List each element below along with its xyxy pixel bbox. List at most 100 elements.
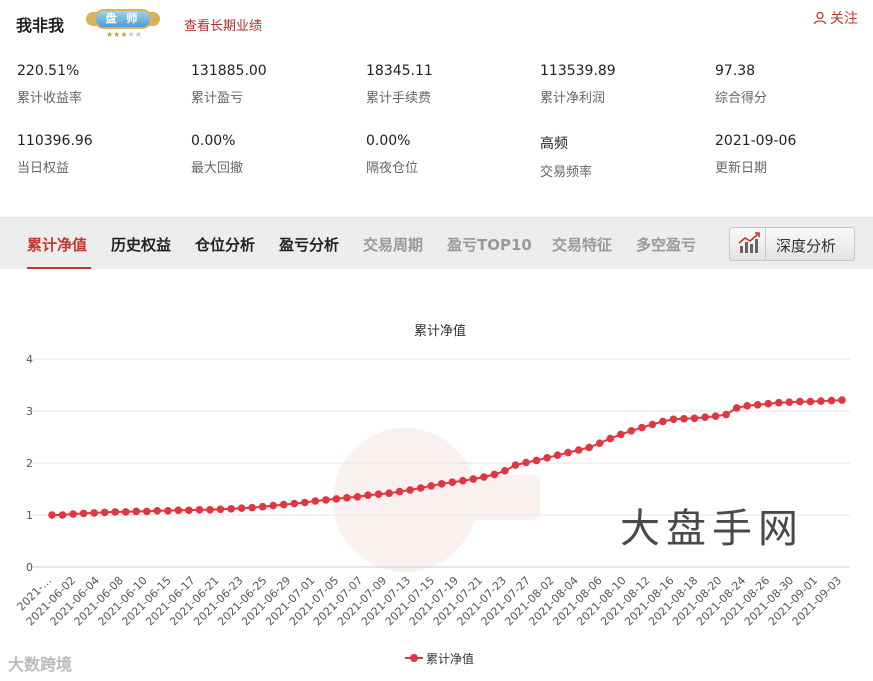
long-term-performance-link[interactable]: 查看长期业绩 bbox=[184, 15, 262, 34]
data-point[interactable] bbox=[227, 505, 235, 513]
data-point[interactable] bbox=[353, 493, 362, 501]
data-point[interactable] bbox=[753, 401, 762, 409]
data-point[interactable] bbox=[269, 501, 278, 510]
data-point[interactable] bbox=[58, 511, 67, 519]
tab-pnl-analysis[interactable]: 盈亏分析 bbox=[279, 234, 339, 255]
y-tick-label: 2 bbox=[26, 457, 33, 470]
data-point[interactable] bbox=[543, 454, 551, 462]
follow-label: 关注 bbox=[830, 11, 858, 27]
data-point[interactable] bbox=[258, 502, 267, 511]
data-point[interactable] bbox=[185, 506, 193, 515]
data-point[interactable] bbox=[248, 503, 256, 512]
data-point[interactable] bbox=[332, 495, 341, 503]
follow-button[interactable]: 关注 bbox=[813, 8, 858, 28]
data-point[interactable] bbox=[490, 470, 499, 479]
tab-cumulative-nav[interactable]: 累计净值 bbox=[27, 234, 87, 255]
stat-value: 0.00% bbox=[191, 133, 236, 149]
data-point[interactable] bbox=[553, 451, 562, 459]
tab-historical-equity[interactable]: 历史权益 bbox=[111, 234, 171, 255]
data-point[interactable] bbox=[648, 420, 657, 429]
data-point[interactable] bbox=[564, 448, 572, 457]
data-point[interactable] bbox=[132, 507, 141, 516]
deep-analysis-button[interactable]: 深度分析 bbox=[729, 227, 855, 261]
data-point[interactable] bbox=[311, 497, 320, 505]
data-point[interactable] bbox=[437, 480, 446, 488]
data-point[interactable] bbox=[143, 507, 151, 516]
data-point[interactable] bbox=[532, 456, 541, 465]
data-point[interactable] bbox=[838, 396, 846, 404]
data-point[interactable] bbox=[121, 508, 130, 516]
data-point[interactable] bbox=[448, 478, 457, 486]
legend-marker bbox=[410, 654, 418, 662]
data-point[interactable] bbox=[585, 443, 593, 452]
tab-long-short-pnl[interactable]: 多空盈亏 bbox=[636, 234, 696, 255]
stat-value: 131885.00 bbox=[191, 63, 267, 79]
tab-position-analysis[interactable]: 仓位分析 bbox=[195, 234, 255, 255]
data-point[interactable] bbox=[364, 491, 372, 499]
data-point[interactable] bbox=[216, 505, 225, 514]
data-point[interactable] bbox=[279, 500, 288, 509]
data-point[interactable] bbox=[606, 434, 615, 443]
chart-legend[interactable]: 累计净值 bbox=[405, 651, 474, 666]
data-point[interactable] bbox=[48, 511, 56, 519]
data-point[interactable] bbox=[322, 496, 330, 504]
data-point[interactable] bbox=[659, 417, 667, 426]
data-point[interactable] bbox=[395, 487, 404, 496]
stat-value: 18345.11 bbox=[366, 63, 433, 79]
data-point[interactable] bbox=[775, 398, 783, 407]
data-point[interactable] bbox=[164, 507, 172, 515]
data-point[interactable] bbox=[501, 467, 509, 475]
data-point[interactable] bbox=[111, 508, 119, 516]
stat-label: 隔夜仓位 bbox=[366, 161, 419, 176]
data-point[interactable] bbox=[79, 509, 88, 518]
data-point[interactable] bbox=[459, 476, 467, 485]
data-point[interactable] bbox=[385, 489, 393, 497]
data-point[interactable] bbox=[669, 415, 678, 424]
data-point[interactable] bbox=[796, 397, 804, 406]
data-point[interactable] bbox=[785, 398, 794, 406]
data-point[interactable] bbox=[627, 427, 636, 435]
stat-max-drawdown: 0.00% 最大回撤 bbox=[191, 133, 361, 176]
data-point[interactable] bbox=[195, 506, 204, 514]
data-point[interactable] bbox=[817, 397, 825, 405]
data-point[interactable] bbox=[638, 423, 646, 432]
data-point[interactable] bbox=[595, 439, 604, 447]
data-point[interactable] bbox=[416, 484, 425, 492]
data-point[interactable] bbox=[701, 413, 709, 421]
tab-pnl-top10[interactable]: 盈亏TOP10 bbox=[447, 234, 532, 255]
data-point[interactable] bbox=[617, 430, 625, 439]
data-point[interactable] bbox=[301, 498, 309, 507]
data-point[interactable] bbox=[522, 458, 530, 467]
data-point[interactable] bbox=[690, 414, 699, 423]
data-point[interactable] bbox=[237, 504, 246, 512]
data-point[interactable] bbox=[764, 399, 773, 408]
data-point[interactable] bbox=[480, 473, 488, 481]
data-point[interactable] bbox=[406, 486, 414, 494]
tab-trading-cycle[interactable]: 交易周期 bbox=[363, 234, 423, 255]
data-point[interactable] bbox=[206, 506, 214, 514]
data-point[interactable] bbox=[722, 410, 730, 419]
badge-stars-empty: ★★ bbox=[127, 30, 142, 39]
watermark-bottom-text: 大数跨境 bbox=[8, 655, 73, 674]
data-point[interactable] bbox=[743, 402, 751, 410]
data-point[interactable] bbox=[90, 509, 98, 517]
tab-trading-features[interactable]: 交易特征 bbox=[552, 234, 612, 255]
data-point[interactable] bbox=[153, 507, 162, 515]
data-point[interactable] bbox=[469, 475, 478, 483]
data-point[interactable] bbox=[680, 415, 688, 423]
data-point[interactable] bbox=[343, 494, 351, 502]
data-point[interactable] bbox=[69, 510, 77, 518]
data-point[interactable] bbox=[827, 396, 836, 405]
data-point[interactable] bbox=[290, 499, 299, 508]
data-point[interactable] bbox=[174, 506, 183, 515]
data-point[interactable] bbox=[374, 490, 383, 498]
data-point[interactable] bbox=[427, 482, 436, 490]
badge-stars-filled: ★★★ bbox=[106, 30, 128, 39]
data-point[interactable] bbox=[732, 404, 741, 412]
stat-label: 累计手续费 bbox=[366, 91, 432, 106]
data-point[interactable] bbox=[100, 508, 109, 517]
data-point[interactable] bbox=[806, 397, 815, 406]
data-point[interactable] bbox=[711, 412, 720, 420]
data-point[interactable] bbox=[574, 446, 583, 454]
data-point[interactable] bbox=[511, 461, 520, 469]
